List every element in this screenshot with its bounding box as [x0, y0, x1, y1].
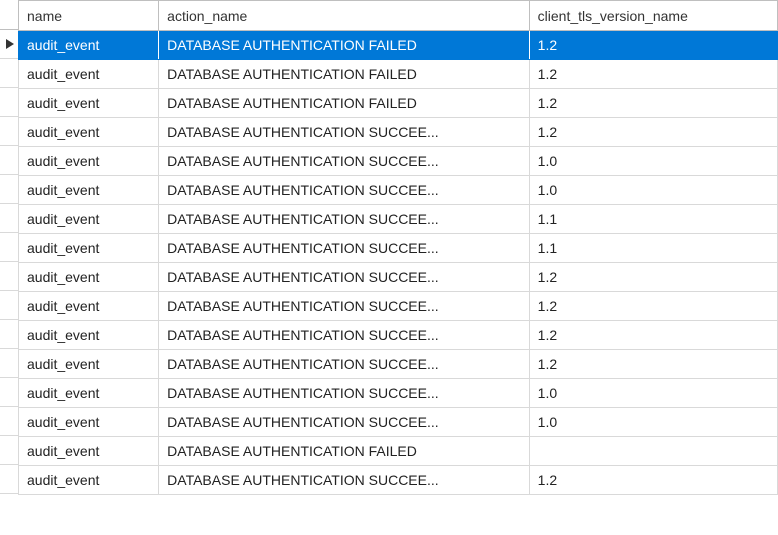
column-header-action[interactable]: action_name — [159, 1, 529, 31]
gutter-header-spacer — [0, 0, 18, 30]
table-row[interactable]: audit_eventDATABASE AUTHENTICATION FAILE… — [19, 60, 778, 89]
column-header-tls[interactable]: client_tls_version_name — [529, 1, 777, 31]
cell-name[interactable]: audit_event — [19, 89, 159, 118]
cell-tls-version[interactable]: 1.0 — [529, 408, 777, 437]
row-indicator-cell[interactable] — [0, 349, 18, 378]
cell-name[interactable]: audit_event — [19, 176, 159, 205]
cell-name[interactable]: audit_event — [19, 31, 159, 60]
table-row[interactable]: audit_eventDATABASE AUTHENTICATION SUCCE… — [19, 263, 778, 292]
cell-tls-version[interactable]: 1.2 — [529, 350, 777, 379]
cell-name[interactable]: audit_event — [19, 205, 159, 234]
column-header-name[interactable]: name — [19, 1, 159, 31]
cell-action-name[interactable]: DATABASE AUTHENTICATION FAILED — [159, 437, 529, 466]
cell-name[interactable]: audit_event — [19, 263, 159, 292]
cell-action-name[interactable]: DATABASE AUTHENTICATION SUCCEE... — [159, 379, 529, 408]
cell-tls-version[interactable]: 1.2 — [529, 31, 777, 60]
cell-tls-version[interactable]: 1.1 — [529, 234, 777, 263]
table-row[interactable]: audit_eventDATABASE AUTHENTICATION SUCCE… — [19, 292, 778, 321]
row-indicator-cell[interactable] — [0, 30, 18, 59]
cell-action-name[interactable]: DATABASE AUTHENTICATION FAILED — [159, 89, 529, 118]
row-gutter — [0, 0, 18, 494]
cell-action-name[interactable]: DATABASE AUTHENTICATION SUCCEE... — [159, 176, 529, 205]
table-row[interactable]: audit_eventDATABASE AUTHENTICATION SUCCE… — [19, 350, 778, 379]
cell-action-name[interactable]: DATABASE AUTHENTICATION SUCCEE... — [159, 205, 529, 234]
cell-name[interactable]: audit_event — [19, 147, 159, 176]
row-indicator-cell[interactable] — [0, 262, 18, 291]
row-indicator-cell[interactable] — [0, 465, 18, 494]
cell-action-name[interactable]: DATABASE AUTHENTICATION SUCCEE... — [159, 118, 529, 147]
cell-action-name[interactable]: DATABASE AUTHENTICATION SUCCEE... — [159, 466, 529, 495]
cell-action-name[interactable]: DATABASE AUTHENTICATION SUCCEE... — [159, 408, 529, 437]
row-indicator-cell[interactable] — [0, 59, 18, 88]
table-row[interactable]: audit_eventDATABASE AUTHENTICATION SUCCE… — [19, 205, 778, 234]
cell-name[interactable]: audit_event — [19, 60, 159, 89]
table-row[interactable]: audit_eventDATABASE AUTHENTICATION SUCCE… — [19, 176, 778, 205]
cell-tls-version[interactable]: 1.2 — [529, 466, 777, 495]
results-grid-wrapper: name action_name client_tls_version_name… — [0, 0, 778, 495]
cell-tls-version[interactable]: 1.2 — [529, 89, 777, 118]
row-indicator-cell[interactable] — [0, 291, 18, 320]
table-row[interactable]: audit_eventDATABASE AUTHENTICATION SUCCE… — [19, 408, 778, 437]
table-row[interactable]: audit_eventDATABASE AUTHENTICATION FAILE… — [19, 437, 778, 466]
table-row[interactable]: audit_eventDATABASE AUTHENTICATION SUCCE… — [19, 118, 778, 147]
cell-name[interactable]: audit_event — [19, 321, 159, 350]
table-row[interactable]: audit_eventDATABASE AUTHENTICATION SUCCE… — [19, 321, 778, 350]
cell-tls-version[interactable]: 1.2 — [529, 292, 777, 321]
table-row[interactable]: audit_eventDATABASE AUTHENTICATION SUCCE… — [19, 466, 778, 495]
table-row[interactable]: audit_eventDATABASE AUTHENTICATION SUCCE… — [19, 379, 778, 408]
row-indicator-cell[interactable] — [0, 204, 18, 233]
cell-tls-version[interactable]: 1.0 — [529, 379, 777, 408]
cell-name[interactable]: audit_event — [19, 292, 159, 321]
row-indicator-cell[interactable] — [0, 117, 18, 146]
row-indicator-cell[interactable] — [0, 88, 18, 117]
cell-action-name[interactable]: DATABASE AUTHENTICATION SUCCEE... — [159, 263, 529, 292]
cell-tls-version[interactable]: 1.2 — [529, 321, 777, 350]
cell-name[interactable]: audit_event — [19, 379, 159, 408]
cell-action-name[interactable]: DATABASE AUTHENTICATION SUCCEE... — [159, 350, 529, 379]
cell-action-name[interactable]: DATABASE AUTHENTICATION SUCCEE... — [159, 234, 529, 263]
table-row[interactable]: audit_eventDATABASE AUTHENTICATION FAILE… — [19, 89, 778, 118]
cell-tls-version[interactable]: 1.2 — [529, 60, 777, 89]
table-row[interactable]: audit_eventDATABASE AUTHENTICATION FAILE… — [19, 31, 778, 60]
current-row-indicator-icon — [6, 39, 14, 49]
cell-name[interactable]: audit_event — [19, 350, 159, 379]
cell-action-name[interactable]: DATABASE AUTHENTICATION FAILED — [159, 60, 529, 89]
row-indicator-cell[interactable] — [0, 378, 18, 407]
cell-tls-version[interactable]: 1.0 — [529, 176, 777, 205]
cell-name[interactable]: audit_event — [19, 234, 159, 263]
cell-name[interactable]: audit_event — [19, 408, 159, 437]
row-indicator-cell[interactable] — [0, 175, 18, 204]
table-row[interactable]: audit_eventDATABASE AUTHENTICATION SUCCE… — [19, 147, 778, 176]
row-indicator-cell[interactable] — [0, 233, 18, 262]
cell-name[interactable]: audit_event — [19, 437, 159, 466]
table-row[interactable]: audit_eventDATABASE AUTHENTICATION SUCCE… — [19, 234, 778, 263]
cell-name[interactable]: audit_event — [19, 118, 159, 147]
cell-tls-version[interactable]: 1.1 — [529, 205, 777, 234]
cell-action-name[interactable]: DATABASE AUTHENTICATION SUCCEE... — [159, 321, 529, 350]
cell-name[interactable]: audit_event — [19, 466, 159, 495]
cell-tls-version[interactable] — [529, 437, 777, 466]
results-grid[interactable]: name action_name client_tls_version_name… — [18, 0, 778, 495]
cell-tls-version[interactable]: 1.2 — [529, 263, 777, 292]
row-indicator-cell[interactable] — [0, 146, 18, 175]
cell-action-name[interactable]: DATABASE AUTHENTICATION SUCCEE... — [159, 147, 529, 176]
row-indicator-cell[interactable] — [0, 407, 18, 436]
row-indicator-cell[interactable] — [0, 436, 18, 465]
row-indicator-cell[interactable] — [0, 320, 18, 349]
cell-tls-version[interactable]: 1.0 — [529, 147, 777, 176]
cell-action-name[interactable]: DATABASE AUTHENTICATION SUCCEE... — [159, 292, 529, 321]
cell-action-name[interactable]: DATABASE AUTHENTICATION FAILED — [159, 31, 529, 60]
column-header-row: name action_name client_tls_version_name — [19, 1, 778, 31]
cell-tls-version[interactable]: 1.2 — [529, 118, 777, 147]
